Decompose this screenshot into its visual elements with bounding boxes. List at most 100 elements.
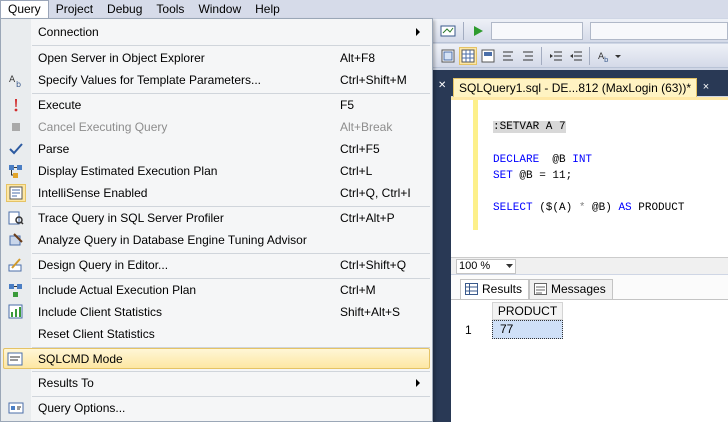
code-line-set: SET @B = 11;	[493, 170, 573, 182]
results-to-grid-icon[interactable]	[459, 47, 477, 65]
results-tabs: Results Messages	[451, 275, 728, 299]
tab-dropdown-icon[interactable]: ✕	[438, 80, 446, 91]
menu-item-parse[interactable]: Parse Ctrl+F5	[2, 138, 431, 160]
menu-item-shortcut: Ctrl+Shift+Q	[340, 258, 407, 272]
menu-item-shortcut: Ctrl+Alt+P	[340, 211, 395, 225]
results-to-file-icon[interactable]	[479, 47, 497, 65]
menu-item-trace-profiler[interactable]: Trace Query in SQL Server Profiler Ctrl+…	[2, 207, 431, 229]
menu-item-shortcut: F5	[340, 98, 355, 112]
tool-window-strip	[433, 70, 451, 422]
menu-item-label: Connection	[38, 25, 99, 39]
query-toolbar-icon[interactable]	[439, 22, 457, 40]
client-statistics-icon	[8, 304, 24, 320]
menu-item-shortcut: Alt+Break	[340, 120, 393, 134]
zoom-dropdown-icon	[506, 264, 513, 268]
code-line-declare: DECLARE @B INT	[493, 154, 593, 166]
menu-item-label: Display Estimated Execution Plan	[38, 164, 218, 178]
results-grid[interactable]: PRODUCT 1 77	[451, 299, 728, 422]
design-query-icon	[8, 257, 24, 273]
menu-query[interactable]: Query	[0, 0, 49, 18]
comment-icon[interactable]	[499, 47, 517, 65]
query-editor[interactable]: :SETVAR A 7 DECLARE @B INT SET @B = 11; …	[451, 97, 728, 257]
tab-messages-label: Messages	[551, 282, 606, 296]
actual-plan-icon	[8, 282, 24, 298]
start-debug-icon[interactable]	[469, 22, 487, 40]
menu-debug[interactable]: Debug	[100, 0, 149, 18]
template-params-icon: Ab	[8, 72, 24, 88]
menu-item-label: Design Query in Editor...	[38, 258, 169, 272]
menu-window[interactable]: Window	[191, 0, 248, 18]
menu-item-client-statistics[interactable]: Include Client Statistics Shift+Alt+S	[2, 301, 431, 323]
menu-item-reset-statistics[interactable]: Reset Client Statistics	[2, 323, 431, 345]
menu-item-shortcut: Shift+Alt+S	[340, 305, 401, 319]
menu-item-label: IntelliSense Enabled	[38, 186, 148, 200]
menu-item-shortcut: Ctrl+Shift+M	[340, 73, 407, 87]
menu-item-shortcut: Ctrl+Q, Ctrl+I	[340, 186, 411, 200]
database-combo[interactable]	[491, 22, 583, 40]
menu-item-intellisense[interactable]: IntelliSense Enabled Ctrl+Q, Ctrl+I	[2, 182, 431, 204]
submenu-arrow-icon	[416, 28, 420, 36]
menu-item-shortcut: Ctrl+M	[340, 283, 376, 297]
stop-icon	[8, 119, 24, 135]
submenu-arrow-icon	[416, 379, 420, 387]
increase-indent-icon[interactable]	[567, 47, 585, 65]
tab-results[interactable]: Results	[460, 279, 530, 299]
uncomment-icon[interactable]	[519, 47, 537, 65]
menu-item-query-options[interactable]: Query Options...	[2, 397, 431, 419]
menu-item-results-to[interactable]: Results To	[2, 372, 431, 394]
execution-plan-icon	[8, 163, 24, 179]
menu-item-open-server[interactable]: Open Server in Object Explorer Alt+F8	[2, 47, 431, 69]
toolbar-overflow-icon[interactable]	[613, 47, 623, 65]
menu-item-label: Trace Query in SQL Server Profiler	[38, 211, 224, 225]
sqlcmd-mode-icon	[7, 351, 23, 367]
tab-messages[interactable]: Messages	[529, 279, 613, 299]
query-menu: Connection Open Server in Object Explore…	[0, 18, 433, 422]
menu-item-label: Query Options...	[38, 401, 126, 415]
document-tab[interactable]: SQLQuery1.sql - DE...812 (MaxLogin (63))…	[453, 78, 697, 97]
column-header[interactable]: PRODUCT	[492, 302, 563, 320]
menu-item-label: Open Server in Object Explorer	[38, 51, 205, 65]
row-number: 1	[465, 323, 472, 337]
menu-item-design-query[interactable]: Design Query in Editor... Ctrl+Shift+Q	[2, 254, 431, 276]
menu-item-cancel-query[interactable]: Cancel Executing Query Alt+Break	[2, 116, 431, 138]
svg-text:b: b	[604, 56, 609, 63]
query-options-icon	[8, 400, 24, 416]
config-combo[interactable]	[590, 22, 728, 40]
standard-toolbar	[433, 19, 728, 43]
change-margin	[473, 100, 478, 230]
menu-item-label: Execute	[38, 98, 82, 112]
menu-item-execute[interactable]: Execute F5	[2, 94, 431, 116]
menu-item-connection[interactable]: Connection	[2, 21, 431, 43]
specify-values-icon[interactable]: Ab	[595, 47, 613, 65]
result-cell[interactable]: 77	[492, 320, 563, 339]
menu-item-shortcut: Ctrl+F5	[340, 142, 380, 156]
code-line-setvar: :SETVAR A 7	[493, 121, 566, 133]
checkmark-icon	[8, 141, 24, 157]
menu-tools[interactable]: Tools	[149, 0, 191, 18]
close-tab-icon[interactable]: ×	[699, 80, 713, 94]
menu-item-label: Parse	[38, 142, 70, 156]
messages-icon	[534, 283, 547, 295]
menu-item-label: Cancel Executing Query	[38, 120, 168, 134]
menu-project[interactable]: Project	[49, 0, 100, 18]
document-tab-title: SQLQuery1.sql - DE...812 (MaxLogin (63))…	[459, 81, 692, 95]
menu-item-shortcut: Alt+F8	[340, 51, 376, 65]
grid-icon	[465, 283, 478, 295]
decrease-indent-icon[interactable]	[547, 47, 565, 65]
zoom-combo[interactable]: 100 %	[456, 259, 516, 274]
execute-icon	[8, 97, 24, 113]
menu-item-specify-values[interactable]: Ab Specify Values for Template Parameter…	[2, 69, 431, 91]
menu-item-label: Reset Client Statistics	[38, 327, 155, 341]
results-to-text-icon[interactable]	[439, 47, 457, 65]
menu-help[interactable]: Help	[248, 0, 287, 18]
svg-text:b: b	[16, 80, 21, 88]
menu-item-shortcut: Ctrl+L	[340, 164, 373, 178]
menu-item-sqlcmd-mode[interactable]: SQLCMD Mode	[3, 348, 430, 369]
zoom-strip: 100 %	[451, 257, 728, 274]
menu-item-estimated-plan[interactable]: Display Estimated Execution Plan Ctrl+L	[2, 160, 431, 182]
tuning-advisor-icon	[8, 232, 24, 248]
menu-item-label: Analyze Query in Database Engine Tuning …	[38, 233, 307, 247]
menu-item-actual-plan[interactable]: Include Actual Execution Plan Ctrl+M	[2, 279, 431, 301]
menu-item-label: Include Client Statistics	[38, 305, 163, 319]
menu-item-tuning-advisor[interactable]: Analyze Query in Database Engine Tuning …	[2, 229, 431, 251]
